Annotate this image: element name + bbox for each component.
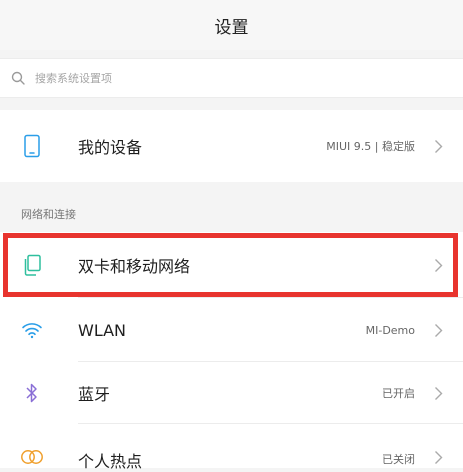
wlan-label: WLAN — [78, 320, 127, 340]
my-device-label: 我的设备 — [78, 138, 143, 157]
hotspot-label: 个人热点 — [78, 452, 143, 471]
search-icon — [9, 69, 27, 87]
hotspot-value: 已关闭 — [382, 453, 415, 466]
section-title: 网络和连接 — [21, 208, 76, 221]
bluetooth-icon — [20, 381, 44, 405]
title-bar: 设置 — [0, 0, 463, 50]
wlan-row[interactable]: WLAN MI-Demo — [0, 298, 463, 362]
hotspot-row[interactable]: 个人热点 已关闭 — [0, 424, 463, 471]
chevron-right-icon — [431, 256, 445, 274]
phone-icon — [20, 134, 44, 158]
chevron-right-icon — [431, 321, 445, 339]
hotspot-icon — [20, 445, 44, 469]
page-title: 设置 — [214, 17, 249, 38]
miui-version-value: MIUI 9.5 | 稳定版 — [326, 140, 415, 153]
bluetooth-label: 蓝牙 — [78, 385, 111, 404]
chevron-right-icon — [431, 448, 445, 466]
bluetooth-value: 已开启 — [382, 387, 415, 400]
wlan-value: MI-Demo — [365, 323, 415, 337]
chevron-right-icon — [431, 137, 445, 155]
dual-sim-label: 双卡和移动网络 — [78, 257, 191, 276]
dual-sim-icon — [20, 253, 44, 277]
section-header-network: 网络和连接 — [0, 192, 463, 230]
chevron-right-icon — [431, 384, 445, 402]
dual-sim-row[interactable]: 双卡和移动网络 — [0, 232, 463, 298]
bluetooth-row[interactable]: 蓝牙 已开启 — [0, 362, 463, 424]
search-area — [0, 50, 463, 100]
my-device-row[interactable]: 我的设备 MIUI 9.5 | 稳定版 — [0, 110, 463, 182]
search-input[interactable] — [35, 71, 415, 85]
wifi-icon — [20, 318, 44, 342]
search-bar[interactable] — [0, 58, 463, 98]
